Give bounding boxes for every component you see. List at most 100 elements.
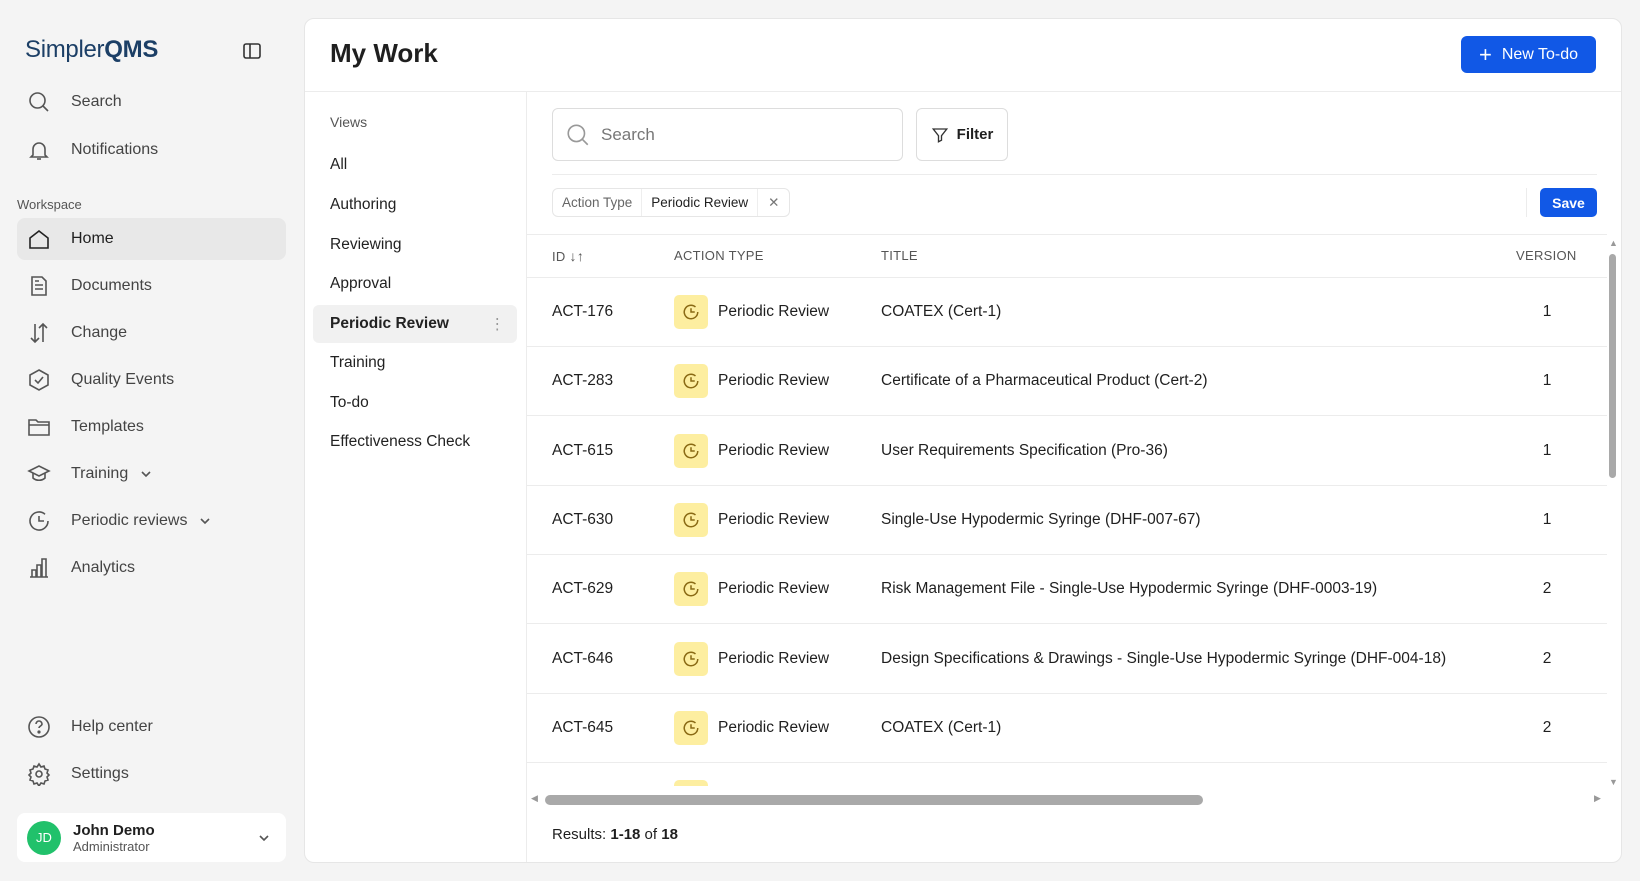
cell-title: COATEX (Cert-1) bbox=[881, 303, 1002, 320]
cell-version: 1 bbox=[1542, 372, 1552, 390]
cell-title: Single-Use Hypodermic Syringe (DHF-007-6… bbox=[881, 510, 1201, 528]
table-row[interactable]: ACT-176 Periodic Review COATEX (Cert-1) … bbox=[527, 278, 1607, 347]
results-count: Results: 1-18 of 18 bbox=[552, 826, 678, 843]
periodic-review-icon bbox=[674, 433, 708, 468]
table-row[interactable]: ACT-630 Periodic Review Single-Use Hypod… bbox=[527, 486, 1607, 555]
divider bbox=[552, 174, 1597, 175]
label: Effectiveness Check bbox=[330, 433, 471, 450]
sidebar-item-quality-events[interactable]: Quality Events bbox=[17, 359, 286, 401]
label: Reviewing bbox=[330, 236, 402, 253]
label: Training bbox=[71, 465, 129, 482]
label: Notifications bbox=[71, 141, 159, 158]
sidebar-item-periodic-reviews[interactable]: Periodic reviews bbox=[17, 500, 286, 542]
periodic-review-icon bbox=[674, 710, 708, 745]
horizontal-scrollbar[interactable] bbox=[545, 795, 1203, 805]
divider bbox=[527, 234, 1607, 235]
views-heading: Views bbox=[330, 114, 368, 130]
view-approval[interactable]: Approval bbox=[313, 265, 517, 303]
gear-icon bbox=[27, 762, 51, 786]
workspace-heading: Workspace bbox=[17, 197, 82, 212]
collapse-sidebar-icon[interactable] bbox=[242, 41, 262, 61]
cell-id: ACT-630 bbox=[552, 510, 614, 528]
new-todo-button[interactable]: + New To-do bbox=[1461, 36, 1596, 73]
sidebar-settings[interactable]: Settings bbox=[17, 753, 286, 795]
label: Approval bbox=[330, 275, 392, 292]
sidebar-help-center[interactable]: Help center bbox=[17, 706, 286, 748]
sort-icon[interactable]: ↓↑ bbox=[570, 248, 585, 264]
view-effectiveness-check[interactable]: Effectiveness Check bbox=[313, 423, 517, 461]
label: New To-do bbox=[1501, 45, 1579, 63]
table-row[interactable]: ACT-283 Periodic Review Certificate of a… bbox=[527, 347, 1607, 417]
document-icon bbox=[27, 274, 51, 298]
filter-value: Periodic Review bbox=[651, 195, 749, 210]
user-menu[interactable]: JD John Demo Administrator bbox=[17, 813, 286, 862]
folder-icon bbox=[27, 415, 51, 439]
user-role: Administrator bbox=[73, 838, 150, 854]
table-row[interactable]: ACT-645 Periodic Review COATEX (Cert-1) … bbox=[527, 694, 1607, 763]
filter-button[interactable]: Filter bbox=[916, 108, 1008, 161]
scroll-right-arrow[interactable]: ▶ bbox=[1594, 793, 1601, 804]
sidebar-search[interactable]: Search bbox=[17, 81, 286, 123]
cell-action-type: Periodic Review bbox=[674, 347, 829, 415]
label: Training bbox=[330, 354, 386, 371]
table-row[interactable]: ACT-615 Periodic Review User Requirement… bbox=[527, 417, 1607, 486]
chevron-down-icon bbox=[259, 834, 269, 841]
column-header-version[interactable]: VERSION bbox=[1516, 248, 1577, 263]
column-header-title[interactable]: TITLE bbox=[881, 248, 918, 263]
cell-version: 2 bbox=[1542, 649, 1552, 667]
clock-history-icon bbox=[27, 509, 51, 533]
column-header-action-type[interactable]: ACTION TYPE bbox=[674, 248, 764, 263]
sidebar-item-documents[interactable]: Documents bbox=[17, 265, 286, 307]
bar-chart-icon bbox=[27, 556, 51, 580]
sidebar-notifications[interactable]: Notifications bbox=[17, 129, 286, 171]
cell-version: 1 bbox=[1542, 441, 1552, 459]
view-reviewing[interactable]: Reviewing bbox=[313, 226, 517, 264]
label: Authoring bbox=[330, 196, 397, 213]
column-header-id[interactable]: ID ↓↑ bbox=[552, 248, 584, 264]
view-periodic-review[interactable]: Periodic Review ⋮ bbox=[313, 305, 517, 343]
label: Periodic Review bbox=[330, 315, 449, 332]
sidebar-item-home[interactable]: Home bbox=[17, 218, 286, 260]
label: Analytics bbox=[71, 559, 136, 576]
periodic-review-icon bbox=[674, 502, 708, 537]
chevron-down-icon bbox=[200, 518, 211, 525]
table-row[interactable]: ACT-629 Periodic Review Risk Management … bbox=[527, 555, 1607, 625]
label: Help center bbox=[71, 718, 153, 735]
sidebar-item-training[interactable]: Training bbox=[17, 453, 286, 495]
cell-action-type: Periodic Review bbox=[674, 694, 829, 762]
more-vertical-icon[interactable]: ⋮ bbox=[490, 315, 506, 334]
view-todo[interactable]: To-do bbox=[313, 384, 517, 422]
search-input[interactable]: Search bbox=[552, 108, 903, 161]
view-all[interactable]: All bbox=[313, 146, 517, 184]
sidebar-item-change[interactable]: Change bbox=[17, 312, 286, 354]
label: Periodic Review bbox=[718, 372, 830, 390]
periodic-review-icon bbox=[674, 295, 708, 329]
cell-id: ACT-645 bbox=[552, 718, 614, 736]
scroll-down-arrow[interactable]: ▼ bbox=[1609, 777, 1618, 787]
view-authoring[interactable]: Authoring bbox=[313, 186, 517, 224]
help-circle-icon bbox=[27, 715, 51, 739]
search-icon bbox=[567, 123, 589, 145]
label: Periodic reviews bbox=[71, 512, 188, 529]
sidebar-item-analytics[interactable]: Analytics bbox=[17, 547, 286, 589]
bell-icon bbox=[27, 138, 51, 162]
save-button[interactable]: Save bbox=[1540, 188, 1597, 217]
close-icon[interactable]: ✕ bbox=[757, 189, 789, 216]
label: Quality Events bbox=[71, 371, 175, 388]
filter-key: Action Type bbox=[553, 189, 643, 216]
vertical-scrollbar[interactable] bbox=[1609, 254, 1616, 478]
cell-id: ACT-615 bbox=[552, 441, 614, 459]
scroll-up-arrow[interactable]: ▲ bbox=[1609, 238, 1618, 248]
label: Search bbox=[71, 93, 122, 110]
view-training[interactable]: Training bbox=[313, 344, 517, 382]
cell-version: 1 bbox=[1542, 510, 1552, 528]
sidebar-item-templates[interactable]: Templates bbox=[17, 406, 286, 448]
scroll-left-arrow[interactable]: ◀ bbox=[531, 793, 538, 804]
user-name: John Demo bbox=[73, 821, 155, 839]
table-row[interactable]: ACT-646 Periodic Review Design Specifica… bbox=[527, 625, 1607, 694]
filter-chip[interactable]: Action Type Periodic Review ✕ bbox=[552, 188, 791, 217]
cell-title: Design Specifications & Drawings - Singl… bbox=[881, 649, 1447, 667]
cell-action-type: Periodic Review bbox=[674, 417, 829, 485]
cell-title: Certificate of a Pharmaceutical Product … bbox=[881, 372, 1208, 390]
label: Periodic Review bbox=[718, 580, 830, 598]
